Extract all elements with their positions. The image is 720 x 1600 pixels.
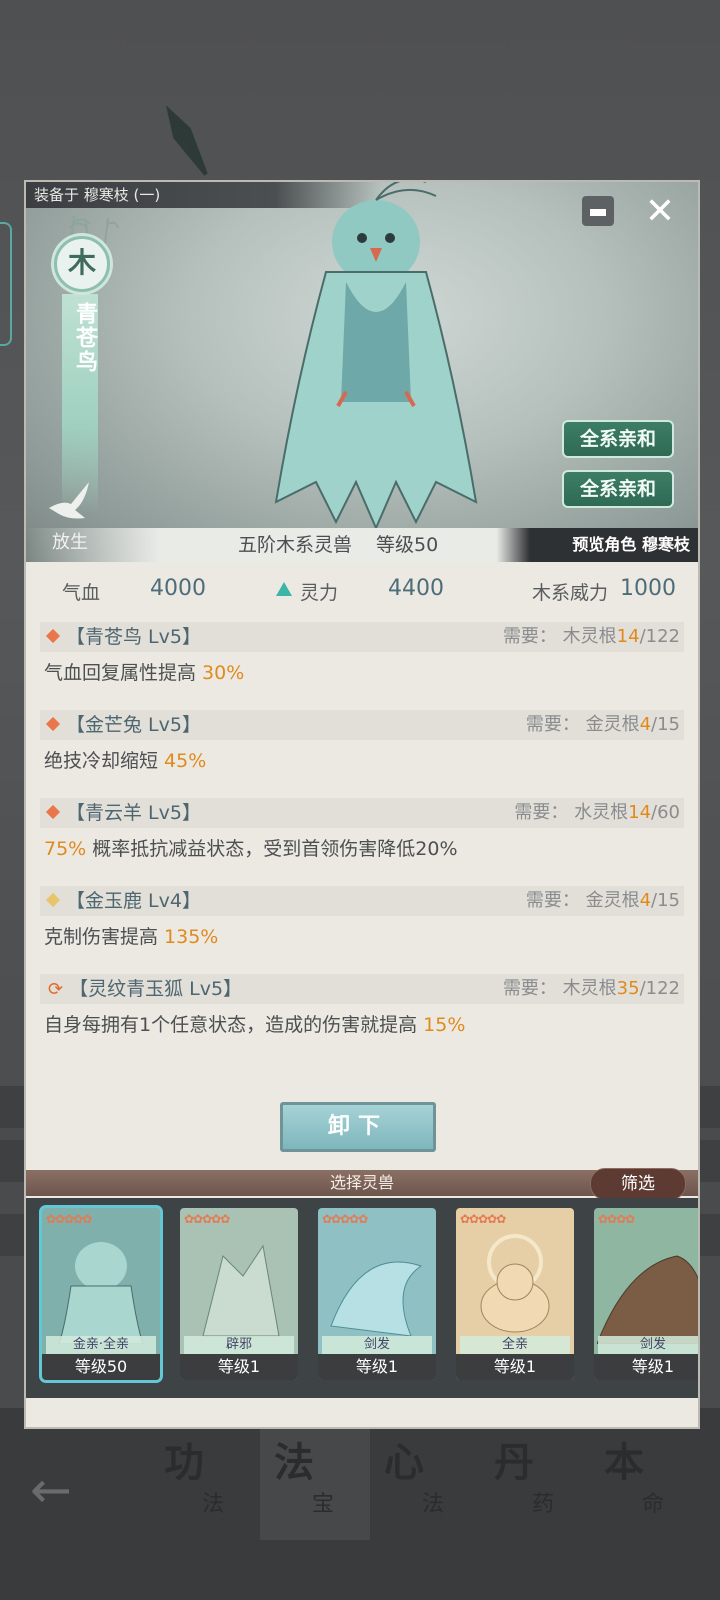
hp-label: 气血 xyxy=(62,582,101,604)
beast-card-level: 等级1 xyxy=(318,1354,436,1380)
skill-requirement: 需要： 水灵根14/60 xyxy=(514,802,680,823)
beast-card-art xyxy=(597,1255,698,1344)
diamond-icon xyxy=(45,804,61,819)
skill-requirement: 需要： 金灵根4/15 xyxy=(525,890,680,911)
element-badge: 木 xyxy=(54,236,110,292)
nav-tab-fabao[interactable]: 法 宝 xyxy=(260,1420,370,1540)
beast-card-tag: 金亲·全亲 xyxy=(46,1336,156,1354)
beast-card[interactable]: ✿✿✿✿ 剑发 等级1 xyxy=(594,1208,698,1380)
nav-tab-big: 功 xyxy=(164,1440,204,1486)
power-value: 1000 xyxy=(620,576,676,601)
nav-tab-big: 丹 xyxy=(494,1440,534,1486)
skill-requirement: 需要： 木灵根35/122 xyxy=(502,978,680,999)
affinity-button[interactable]: 全系亲和 xyxy=(562,420,674,458)
skill-description: 气血回复属性提高 30% xyxy=(44,662,245,684)
beast-level: 等级50 xyxy=(376,534,439,556)
beast-card-tag: 全亲 xyxy=(460,1336,570,1354)
star-rating: ✿✿✿✿✿ xyxy=(46,1212,92,1226)
skill-title: 【青云羊 Lv5】 xyxy=(66,802,201,824)
beast-card[interactable]: ✿✿✿✿✿ 全亲 等级1 xyxy=(456,1208,574,1380)
skill-entry: 【青苍鸟 Lv5】 需要： 木灵根14/122 气血回复属性提高 30% xyxy=(40,622,684,685)
nav-tab-small: 宝 xyxy=(312,1492,335,1517)
spirit-value: 4400 xyxy=(388,576,444,601)
hp-value: 4000 xyxy=(150,576,206,601)
filter-button[interactable]: 筛选 xyxy=(590,1168,686,1200)
refresh-icon: ⟳ xyxy=(48,979,64,1000)
nav-tab-xinfa[interactable]: 心 法 xyxy=(370,1420,480,1540)
beast-card-tag: 辟邪 xyxy=(184,1336,294,1354)
beast-card-art xyxy=(330,1261,423,1337)
nav-tab-small: 法 xyxy=(422,1492,445,1517)
nav-tab-big: 本 xyxy=(604,1440,644,1486)
beast-card-level: 等级1 xyxy=(456,1354,574,1380)
power-label: 木系威力 xyxy=(532,582,609,604)
close-icon[interactable]: ✕ xyxy=(640,192,680,232)
left-edge-tab xyxy=(0,222,12,346)
skill-requirement: 需要： 金灵根4/15 xyxy=(525,714,680,735)
skill-title: 【金芒兔 Lv5】 xyxy=(66,714,201,736)
dove-icon xyxy=(49,482,89,519)
skill-entry: 【金玉鹿 Lv4】 需要： 金灵根4/15 克制伤害提高 135% xyxy=(40,886,684,949)
beast-card-level: 等级1 xyxy=(180,1354,298,1380)
nav-tab-small: 法 xyxy=(202,1492,225,1517)
beast-card-level: 等级1 xyxy=(594,1354,698,1380)
nav-tab-small: 命 xyxy=(642,1492,665,1517)
beast-illustration xyxy=(274,182,478,528)
affinity-button[interactable]: 全系亲和 xyxy=(562,470,674,508)
beast-card-level: 等级50 xyxy=(42,1354,160,1380)
star-rating: ✿✿✿✿ xyxy=(598,1212,635,1226)
skill-description: 75% 概率抵抗减益状态，受到首领伤害降低20% xyxy=(44,838,458,860)
spirit-triangle-icon xyxy=(276,582,292,596)
star-rating: ✿✿✿✿✿ xyxy=(460,1212,506,1226)
skill-title: 【灵纹青玉狐 Lv5】 xyxy=(69,978,243,1000)
beast-card[interactable]: ✿✿✿✿✿ 辟邪 等级1 xyxy=(180,1208,298,1380)
beast-name: 青苍鸟 xyxy=(72,302,97,374)
skill-title: 【青苍鸟 Lv5】 xyxy=(66,626,201,648)
equipment-icon[interactable] xyxy=(582,196,614,226)
nav-tab-big: 法 xyxy=(274,1440,314,1486)
diamond-icon xyxy=(45,716,61,731)
stats-row: 气血 4000 灵力 4400 木系威力 1000 xyxy=(26,564,698,624)
skill-title: 【金玉鹿 Lv4】 xyxy=(66,890,201,912)
skill-requirement: 需要： 木灵根14/122 xyxy=(502,626,680,647)
beast-card[interactable]: ✿✿✿✿✿ 金亲·全亲 等级50 xyxy=(42,1208,160,1380)
beast-hero-area: 装备于 穆寒枝 (一) 青苍鸟 木 ✕ 全系亲和 全系亲和 xyxy=(26,182,698,562)
diamond-icon xyxy=(45,628,61,643)
skill-entry: ⟳ 【灵纹青玉狐 Lv5】 需要： 木灵根35/122 自身每拥有1个任意状态，造… xyxy=(40,974,684,1037)
beast-card-tag: 剑发 xyxy=(598,1336,698,1354)
skill-entry: 【青云羊 Lv5】 需要： 水灵根14/60 75% 概率抵抗减益状态，受到首领… xyxy=(40,798,684,861)
nav-tab-big: 心 xyxy=(384,1440,424,1486)
beast-card-art xyxy=(202,1244,280,1337)
beast-detail-panel: 装备于 穆寒枝 (一) 青苍鸟 木 ✕ 全系亲和 全系亲和 五阶木系灵兽 等级5… xyxy=(24,180,700,1429)
skill-description: 绝技冷却缩短 45% xyxy=(44,750,207,772)
beast-list: ✿✿✿✿✿ 金亲·全亲 等级50 ✿✿✿✿✿ 辟邪 等级1 ✿✿✿✿✿ 剑发 等… xyxy=(26,1198,698,1398)
beast-card-art xyxy=(58,1242,144,1344)
skill-entry: 【金芒兔 Lv5】 需要： 金灵根4/15 绝技冷却缩短 45% xyxy=(40,710,684,773)
skill-description: 自身每拥有1个任意状态，造成的伤害就提高 15% xyxy=(44,1014,466,1036)
preview-character[interactable]: 预览角色 穆寒枝 xyxy=(572,530,690,560)
beast-tier: 五阶木系灵兽 xyxy=(238,534,353,556)
unequip-button[interactable]: 卸下 xyxy=(280,1102,436,1152)
star-rating: ✿✿✿✿✿ xyxy=(184,1212,230,1226)
star-rating: ✿✿✿✿✿ xyxy=(322,1212,368,1226)
beast-card-tag: 剑发 xyxy=(322,1336,432,1354)
nav-tab-gongfa[interactable]: 功 法 xyxy=(150,1420,260,1540)
beast-card-art xyxy=(480,1234,550,1333)
skill-description: 克制伤害提高 135% xyxy=(44,926,219,948)
beast-info: 五阶木系灵兽 等级50 xyxy=(238,530,478,560)
nav-tab-benming[interactable]: 本 命 xyxy=(590,1420,700,1540)
beast-card[interactable]: ✿✿✿✿✿ 剑发 等级1 xyxy=(318,1208,436,1380)
nav-tab-small: 药 xyxy=(532,1492,555,1517)
spirit-label: 灵力 xyxy=(300,582,339,604)
nav-tab-danyao[interactable]: 丹 药 xyxy=(480,1420,590,1540)
diamond-icon xyxy=(45,892,61,907)
back-arrow-icon[interactable]: ← xyxy=(30,1465,90,1515)
